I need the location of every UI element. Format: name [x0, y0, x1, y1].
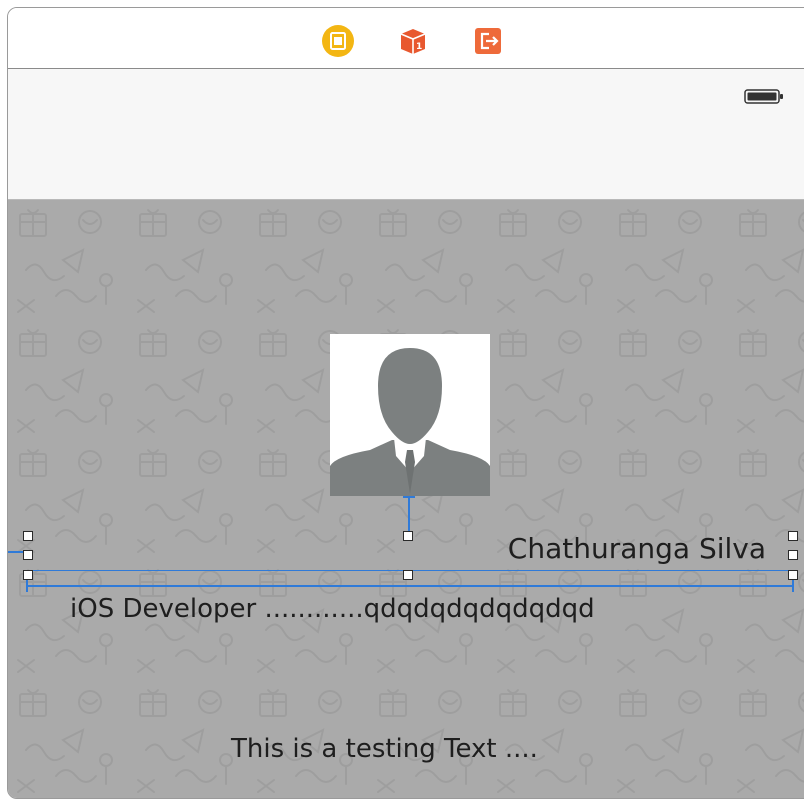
exit-icon[interactable]	[472, 25, 504, 57]
selection-handle-top-right[interactable]	[788, 531, 798, 541]
vertical-spacing-constraint[interactable]	[408, 496, 410, 532]
view-controller-content[interactable]: Chathuranga Silva iOS Developer ........…	[8, 200, 804, 798]
selection-handle-middle-left[interactable]	[23, 550, 33, 560]
svg-text:1: 1	[416, 42, 422, 52]
horizontal-width-constraint[interactable]	[26, 585, 794, 587]
person-silhouette-icon	[330, 348, 490, 496]
scene-canvas: 1 Chathuranga Silva iOS Developer ......…	[7, 7, 804, 799]
status-and-navigation-bar	[8, 69, 804, 200]
selection-handle-bottom-center[interactable]	[403, 570, 413, 580]
test-label[interactable]: This is a testing Text ....	[231, 734, 538, 764]
constraint-cap-right	[792, 580, 794, 592]
name-label[interactable]: Chathuranga Silva	[508, 532, 766, 565]
constraint-cap-top	[403, 496, 415, 498]
battery-full-icon	[744, 89, 783, 104]
scene-dock: 1	[8, 8, 804, 69]
selection-handle-bottom-left[interactable]	[23, 570, 33, 580]
selection-handle-middle-right[interactable]	[788, 550, 798, 560]
selection-handle-bottom-right[interactable]	[788, 570, 798, 580]
first-responder-icon[interactable]: 1	[397, 25, 429, 57]
view-controller-icon[interactable]	[322, 25, 354, 57]
pattern-wallpaper	[8, 200, 804, 798]
selection-handle-top-center[interactable]	[403, 531, 413, 541]
constraint-cap-left	[26, 580, 28, 592]
role-label[interactable]: iOS Developer ............qdqdqdqdqdqdqd	[70, 594, 595, 624]
selection-handle-top-left[interactable]	[23, 531, 33, 541]
profile-image[interactable]	[330, 334, 490, 496]
